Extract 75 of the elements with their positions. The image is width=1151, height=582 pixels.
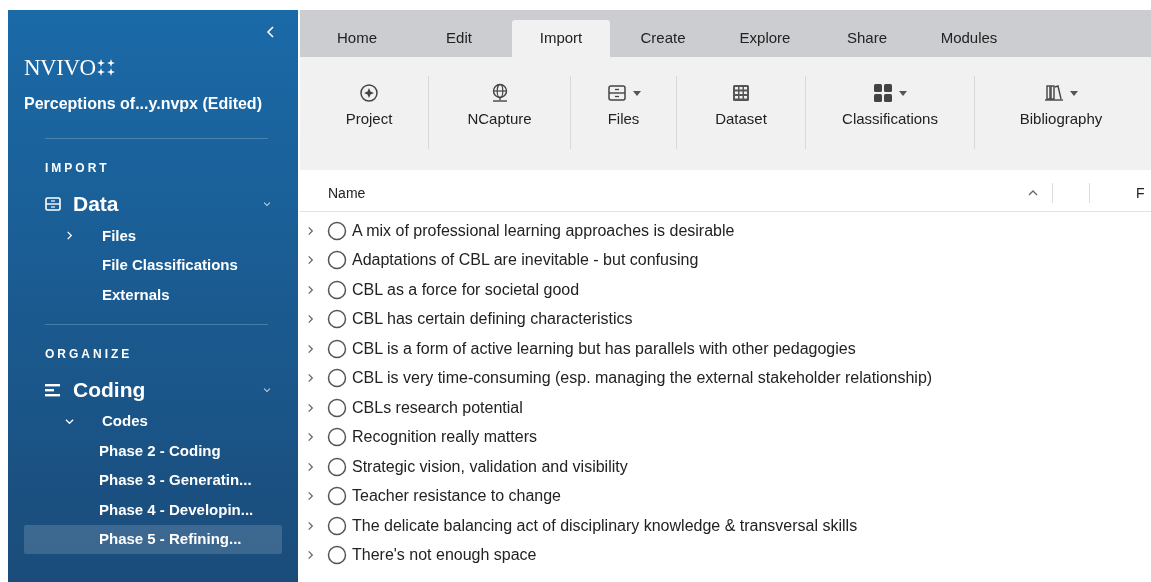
code-name[interactable]: CBLs research potential bbox=[352, 395, 523, 420]
chevron-right-icon[interactable] bbox=[306, 314, 315, 325]
column-header[interactable]: Name bbox=[328, 182, 1028, 204]
nav-group[interactable]: Coding bbox=[8, 376, 298, 403]
ribbon-tab[interactable]: Import bbox=[512, 20, 610, 57]
nav-item[interactable]: Phase 4 - Developin... bbox=[24, 495, 282, 525]
ribbon-tab[interactable]: Create bbox=[614, 20, 712, 57]
code-name[interactable]: Teacher resistance to change bbox=[352, 484, 561, 509]
circle-icon bbox=[327, 545, 347, 566]
nav-item[interactable]: Phase 5 - Refining... bbox=[24, 524, 282, 554]
nav-item[interactable]: File Classifications bbox=[24, 250, 282, 280]
nav-item[interactable]: Codes bbox=[24, 406, 282, 436]
ribbon-button[interactable]: Project bbox=[310, 76, 428, 149]
code-name[interactable]: A mix of professional learning approaches is desirable bbox=[352, 218, 735, 243]
code-name[interactable]: There's not enough space bbox=[352, 543, 537, 568]
lines-icon bbox=[45, 382, 61, 397]
ribbon-tab[interactable]: Explore bbox=[716, 20, 814, 57]
project-title: Perceptions of...y.nvpx (Edited) bbox=[23, 94, 263, 114]
chevron-right-icon[interactable] bbox=[306, 520, 315, 531]
circle-icon bbox=[327, 456, 347, 477]
chevron-right-icon[interactable] bbox=[306, 402, 315, 413]
chevron-right-icon[interactable] bbox=[306, 432, 315, 443]
drawer-icon bbox=[45, 197, 61, 211]
code-name[interactable]: CBL is a form of active learning but has parallels with other pedagogies bbox=[352, 336, 856, 361]
ribbon-tab[interactable]: Edit bbox=[410, 20, 508, 57]
code-name[interactable]: Strategic vision, validation and visibility bbox=[352, 454, 628, 479]
circle-icon bbox=[327, 427, 347, 448]
chevron-right-icon[interactable] bbox=[306, 491, 315, 502]
code-name[interactable]: CBL is very time-consuming (esp. managing the external stakeholder relationship) bbox=[352, 366, 933, 391]
circle-icon bbox=[327, 279, 347, 300]
ribbon-button[interactable]: NCapture bbox=[429, 76, 570, 149]
books-icon bbox=[1044, 83, 1064, 103]
chevron-right-icon[interactable] bbox=[306, 284, 315, 295]
circle-icon bbox=[327, 220, 347, 241]
ribbon-button[interactable]: Files bbox=[571, 76, 676, 149]
compass-icon bbox=[359, 83, 379, 103]
section-heading: ORGANIZE bbox=[44, 345, 134, 363]
nav-group[interactable]: Data bbox=[8, 191, 298, 217]
grid-icon bbox=[731, 83, 751, 103]
ribbon-button[interactable]: Dataset bbox=[677, 76, 805, 149]
nav-item[interactable]: Files bbox=[24, 221, 282, 251]
ribbon-tab[interactable]: Modules bbox=[920, 20, 1018, 57]
circle-icon bbox=[327, 486, 347, 507]
chevron-right-icon[interactable] bbox=[306, 550, 315, 561]
drawer-icon bbox=[606, 83, 627, 103]
circle-icon bbox=[327, 338, 347, 359]
ribbon-button[interactable]: Bibliography bbox=[975, 76, 1147, 149]
code-name[interactable]: Recognition really matters bbox=[352, 425, 537, 450]
chevron-right-icon[interactable] bbox=[306, 225, 315, 236]
circle-icon bbox=[327, 515, 347, 536]
chevron-right-icon[interactable] bbox=[65, 231, 74, 241]
circle-icon bbox=[327, 368, 347, 389]
circle-icon bbox=[327, 309, 347, 330]
code-name[interactable]: Adaptations of CBL are inevitable - but confusing bbox=[352, 248, 699, 273]
section-heading: IMPORT bbox=[44, 160, 111, 177]
chevron-down-icon[interactable] bbox=[65, 416, 74, 426]
code-name[interactable]: CBL has certain defining characteristics bbox=[352, 307, 633, 332]
ribbon-button[interactable]: Classifications bbox=[806, 76, 974, 149]
circle-icon bbox=[327, 397, 347, 418]
ribbon-tab[interactable]: Home bbox=[308, 20, 406, 57]
code-name[interactable]: The delicate balancing act of disciplinary knowledge & transversal skills bbox=[352, 513, 858, 538]
chevron-right-icon[interactable] bbox=[306, 461, 315, 472]
chevron-right-icon[interactable] bbox=[306, 343, 315, 354]
tiles-icon bbox=[873, 83, 893, 103]
logo: NVIVO bbox=[24, 56, 96, 79]
chevron-right-icon[interactable] bbox=[306, 255, 315, 266]
code-name[interactable]: CBL as a force for societal good bbox=[352, 277, 580, 302]
column-header[interactable]: F bbox=[1090, 182, 1151, 204]
ribbon-tab[interactable]: Share bbox=[818, 20, 916, 57]
nav-item[interactable]: Phase 3 - Generatin... bbox=[24, 465, 282, 495]
chevron-right-icon[interactable] bbox=[306, 373, 315, 384]
nav-item[interactable]: Phase 2 - Coding bbox=[24, 436, 282, 466]
collapse-icon[interactable] bbox=[266, 26, 276, 38]
nav-item[interactable]: Externals bbox=[24, 280, 282, 310]
circle-icon bbox=[327, 250, 347, 271]
